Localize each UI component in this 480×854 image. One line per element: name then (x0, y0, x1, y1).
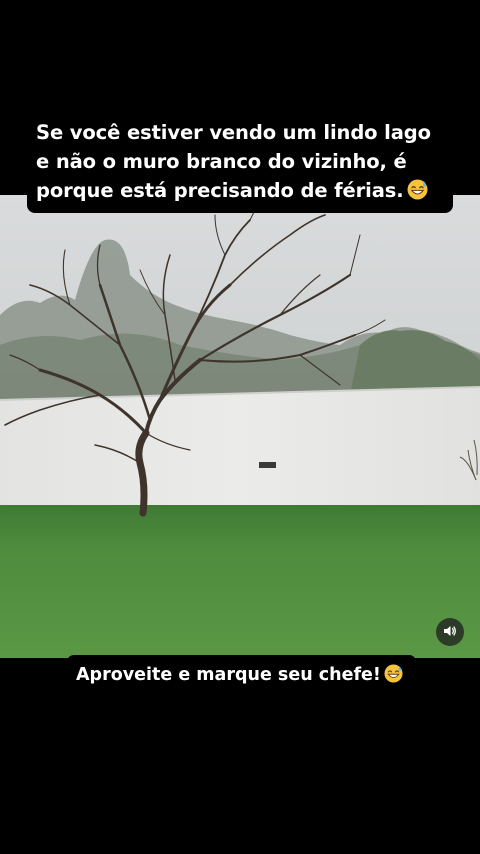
video-scene (0, 195, 480, 658)
caption-line-3-text: porque está precisando de férias. (36, 179, 404, 202)
top-caption: Se você estiver vendo um lindo lago e nã… (27, 112, 453, 213)
caption-line-2: e não o muro branco do vizinho, é (36, 150, 407, 173)
bottom-caption: Aproveite e marque seu chefe! (67, 655, 416, 697)
caption-line-3: porque está precisando de férias. (36, 176, 445, 208)
volume-button[interactable] (436, 618, 464, 646)
caption-line-1: Se você estiver vendo um lindo lago (36, 121, 431, 144)
grinning-sweat-emoji-icon (384, 664, 403, 688)
white-wall (0, 387, 480, 507)
cta-text: Aproveite e marque seu chefe! (76, 665, 381, 685)
grinning-sweat-emoji-icon (407, 179, 428, 208)
video-frame[interactable] (0, 195, 480, 658)
speaker-icon (443, 623, 457, 642)
wall-vent (259, 462, 276, 468)
lawn (0, 505, 480, 658)
